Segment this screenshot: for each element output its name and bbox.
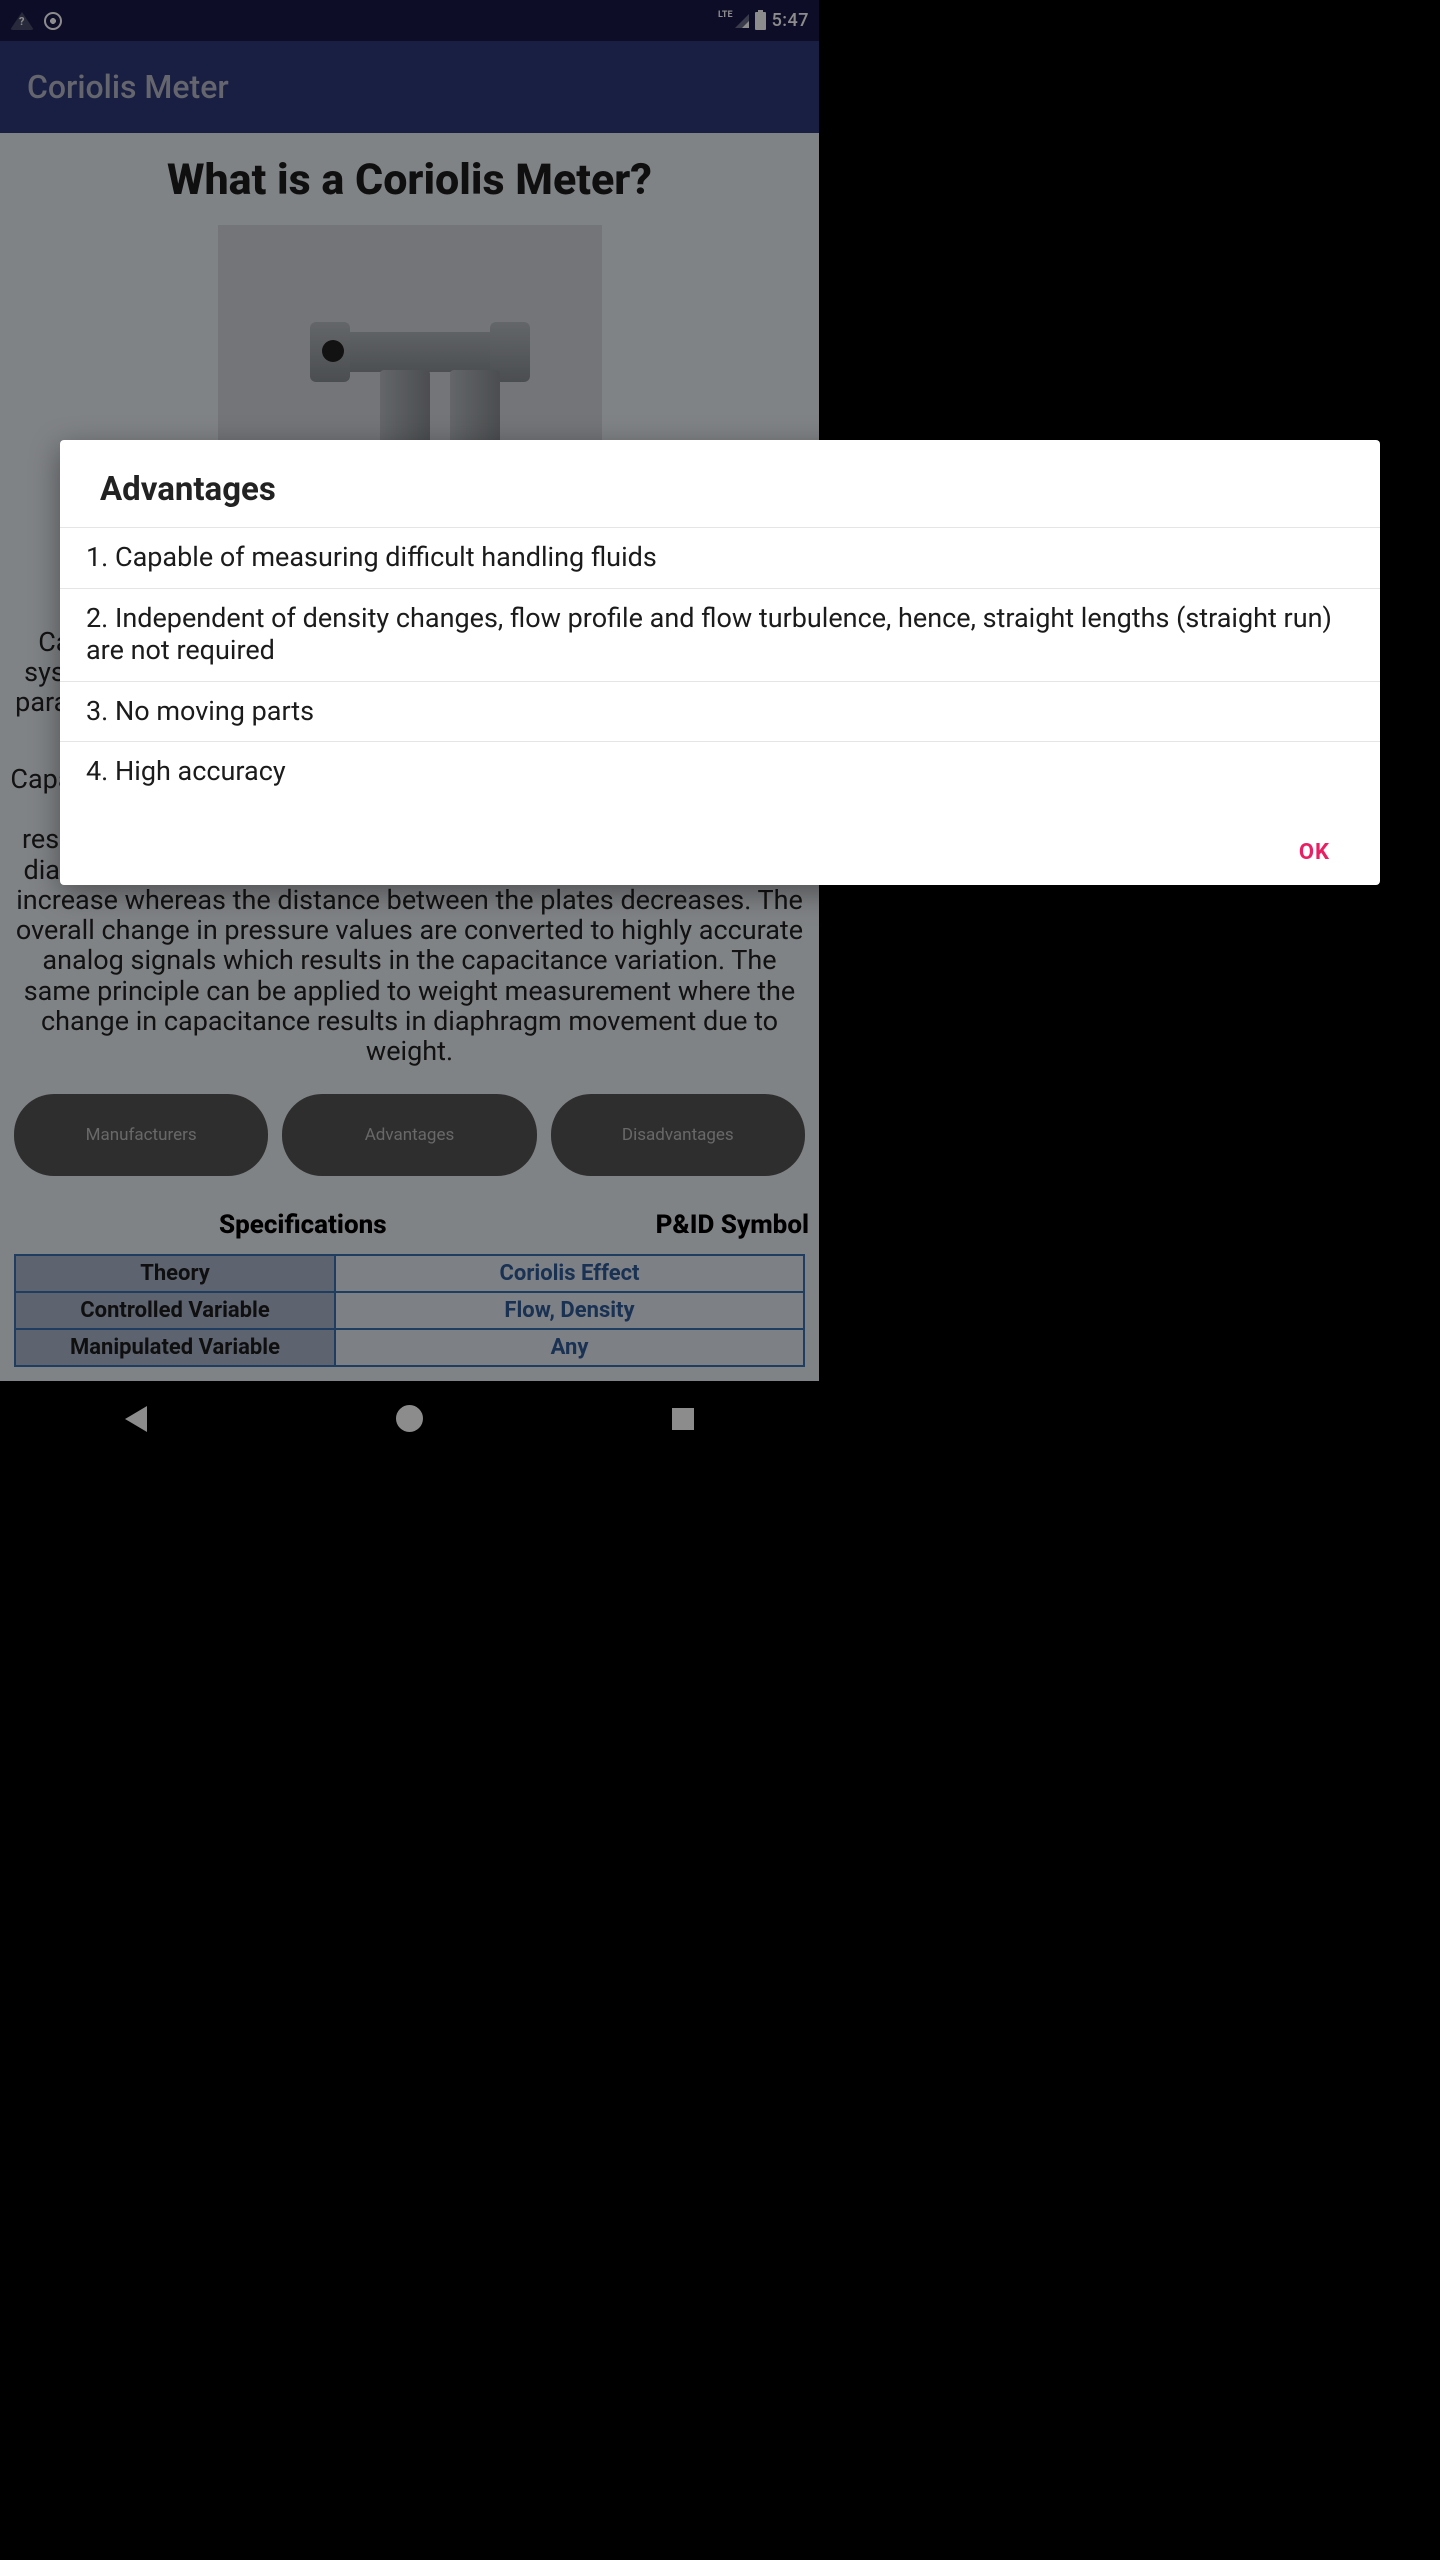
pill-row: Manufacturers Advantages Disadvantages <box>0 1074 819 1186</box>
nav-home-button[interactable] <box>396 1405 423 1432</box>
nav-recent-button[interactable] <box>672 1408 694 1430</box>
manufacturers-button-label: Manufacturers <box>86 1125 197 1145</box>
system-nav-bar <box>0 1381 819 1456</box>
spec-header: Specifications P&ID Symbol <box>0 1186 819 1244</box>
spec-value: Coriolis Effect <box>336 1256 803 1291</box>
dialog-title: Advantages <box>60 440 1380 527</box>
app-bar: Coriolis Meter <box>0 41 819 133</box>
spec-key: Manipulated Variable <box>16 1330 336 1365</box>
pid-symbol-heading: P&ID Symbol <box>656 1210 809 1240</box>
cell-signal-icon <box>735 14 749 28</box>
list-item[interactable]: 2. Independent of density changes, flow … <box>60 588 1380 681</box>
battery-icon <box>755 12 766 30</box>
spec-table: Theory Coriolis Effect Controlled Variab… <box>14 1254 805 1367</box>
table-row: Theory Coriolis Effect <box>16 1256 803 1291</box>
status-bar: ? LTE 5:47 <box>0 0 819 41</box>
spec-value: Flow, Density <box>336 1293 803 1328</box>
wifi-icon: ? <box>10 12 34 30</box>
table-row: Manipulated Variable Any <box>16 1328 803 1365</box>
advantages-dialog: Advantages 1. Capable of measuring diffi… <box>60 440 1380 885</box>
advantages-button-label: Advantages <box>365 1125 455 1145</box>
ok-button[interactable]: OK <box>1299 840 1330 865</box>
page-title: What is a Coriolis Meter? <box>0 133 819 215</box>
spec-key: Controlled Variable <box>16 1293 336 1328</box>
table-row: Controlled Variable Flow, Density <box>16 1291 803 1328</box>
network-lte-label: LTE <box>718 10 733 20</box>
spec-key: Theory <box>16 1256 336 1291</box>
manufacturers-button[interactable]: Manufacturers <box>14 1094 268 1176</box>
nav-back-button[interactable] <box>125 1406 147 1432</box>
spec-value: Any <box>336 1330 803 1365</box>
dialog-actions: OK <box>60 802 1380 875</box>
list-item[interactable]: 1. Capable of measuring difficult handli… <box>60 527 1380 588</box>
list-item[interactable]: 4. High accuracy <box>60 741 1380 802</box>
disadvantages-button-label: Disadvantages <box>622 1125 734 1145</box>
status-clock: 5:47 <box>772 10 809 31</box>
advantages-button[interactable]: Advantages <box>282 1094 536 1176</box>
specifications-heading: Specifications <box>10 1210 656 1240</box>
app-bar-title: Coriolis Meter <box>27 68 229 106</box>
disadvantages-button[interactable]: Disadvantages <box>551 1094 805 1176</box>
loading-icon <box>44 12 62 30</box>
list-item[interactable]: 3. No moving parts <box>60 681 1380 742</box>
